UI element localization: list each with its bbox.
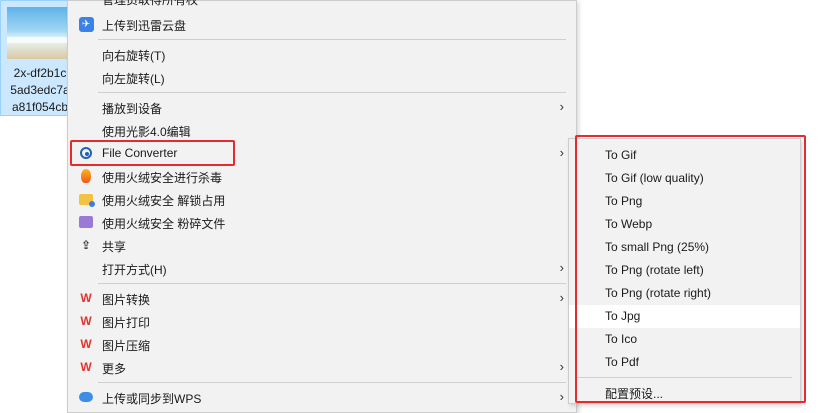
menu-item-label: 图片压缩 [102,339,151,353]
wps-icon: W [80,360,92,374]
menu-item-file-converter[interactable]: File Converter › [68,142,576,165]
wps-cloud-icon [78,389,94,405]
submenu-item-to-small-png[interactable]: To small Png (25%) [569,236,800,259]
menu-item-label: 使用火绒安全 粉碎文件 [102,217,226,231]
menu-item-upload-wps[interactable]: 上传或同步到WPS › [68,386,576,409]
chevron-right-icon: › [559,290,564,305]
menu-item-huorong-unlock[interactable]: 使用火绒安全 解锁占用 [68,188,576,211]
menu-item-image-convert[interactable]: W 图片转换 › [68,287,576,310]
file-converter-submenu: To Gif To Gif (low quality) To Png To We… [568,138,801,404]
wps-icon: W [80,337,92,351]
menu-item-share[interactable]: ⇪ 共享 [68,234,576,257]
menu-item-huorong-scan[interactable]: 使用火绒安全进行杀毒 [68,165,576,188]
context-menu: 管理员取得所有权 ✈ 上传到迅雷云盘 向右旋转(T) 向左旋转(L) 播放到设备… [67,0,577,413]
submenu-item-to-png-rotate-left[interactable]: To Png (rotate left) [569,259,800,282]
menu-item-label: 更多 [102,362,127,376]
submenu-item-to-pdf[interactable]: To Pdf [569,351,800,374]
unlock-folder-icon [78,191,95,207]
menu-item-label: 打开方式(H) [102,263,167,277]
submenu-item-to-gif[interactable]: To Gif [569,144,800,167]
menu-item-edit-with-guangying[interactable]: 使用光影4.0编辑 [68,119,576,142]
menu-item-label: 图片打印 [102,316,151,330]
menu-item-open-with[interactable]: 打开方式(H) › [68,257,576,280]
submenu-item-label: To Jpg [605,309,641,323]
submenu-item-to-ico[interactable]: To Ico [569,328,800,351]
menu-item-label: 图片转换 [102,293,151,307]
chevron-right-icon: › [559,260,564,275]
menu-item-image-compress[interactable]: W 图片压缩 [68,333,576,356]
menu-item-label: 播放到设备 [102,102,163,116]
chevron-right-icon: › [559,359,564,374]
wps-icon: W [80,291,92,305]
menu-item-label: 上传或同步到WPS [102,392,202,406]
menu-item-upload-thunder[interactable]: ✈ 上传到迅雷云盘 [68,13,576,36]
menu-item-image-print[interactable]: W 图片打印 [68,310,576,333]
menu-item-label: 使用火绒安全 解锁占用 [102,194,226,208]
menu-item-label: 使用火绒安全进行杀毒 [102,171,223,185]
submenu-item-to-webp[interactable]: To Webp [569,213,800,236]
chevron-right-icon: › [559,99,564,114]
share-icon: ⇪ [80,238,92,252]
submenu-item-to-png[interactable]: To Png [569,190,800,213]
submenu-separator [575,377,792,378]
submenu-item-label: To Gif [605,148,637,162]
submenu-item-label: To Webp [605,217,653,231]
submenu-item-label: To Gif (low quality) [605,171,704,185]
image-thumbnail [7,7,73,59]
thunder-cloud-icon: ✈ [78,16,94,32]
chevron-right-icon: › [559,389,564,404]
menu-item-label: 共享 [102,240,127,254]
menu-item-take-ownership-label[interactable]: 管理员取得所有权 [102,0,198,8]
submenu-item-to-gif-low-quality[interactable]: To Gif (low quality) [569,167,800,190]
submenu-item-label: 配置预设... [605,387,664,401]
submenu-item-configure-presets[interactable]: 配置预设... [569,381,800,404]
huorong-flame-icon [78,168,94,184]
menu-separator [98,92,566,93]
submenu-item-label: To Ico [605,332,638,346]
menu-separator [98,283,566,284]
submenu-item-label: To Pdf [605,355,640,369]
file-converter-icon [78,145,94,161]
menu-item-label: 向左旋转(L) [102,72,165,86]
submenu-item-label: To small Png (25%) [605,240,710,254]
menu-item-label: 上传到迅雷云盘 [102,19,187,33]
submenu-item-label: To Png [605,194,643,208]
submenu-item-label: To Png (rotate right) [605,286,712,300]
menu-separator [98,382,566,383]
menu-item-huorong-shred[interactable]: 使用火绒安全 粉碎文件 [68,211,576,234]
menu-item-rotate-right[interactable]: 向右旋转(T) [68,43,576,66]
submenu-item-label: To Png (rotate left) [605,263,704,277]
shredder-icon [78,214,94,230]
chevron-right-icon: › [559,145,564,160]
submenu-item-to-png-rotate-right[interactable]: To Png (rotate right) [569,282,800,305]
menu-item-cast-to-device[interactable]: 播放到设备 › [68,96,576,119]
menu-item-more[interactable]: W 更多 › [68,356,576,379]
menu-item-rotate-left[interactable]: 向左旋转(L) [68,66,576,89]
menu-separator [98,39,566,40]
menu-item-label: 使用光影4.0编辑 [102,125,191,139]
menu-item-label: 向右旋转(T) [102,49,166,63]
wps-icon: W [80,314,92,328]
submenu-item-to-jpg[interactable]: To Jpg [569,305,800,328]
menu-item-label: File Converter [102,146,178,160]
